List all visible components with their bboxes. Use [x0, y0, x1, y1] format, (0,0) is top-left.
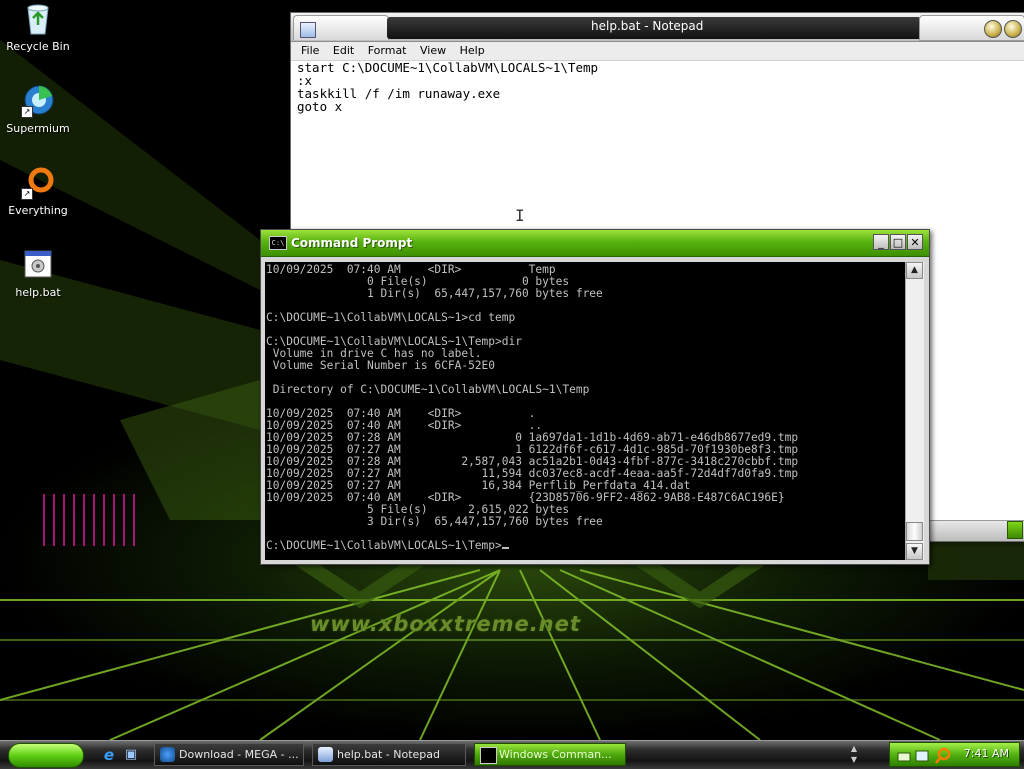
scroll-down-button[interactable]: ▼	[906, 543, 923, 560]
cmd-icon: C:\	[269, 236, 287, 250]
taskbar-scroll-arrows[interactable]: ▲ ▼	[848, 743, 860, 766]
notepad-icon	[300, 22, 316, 38]
cmd-vertical-scrollbar[interactable]: ▲ ▼	[905, 262, 924, 560]
console-cursor	[501, 547, 509, 549]
console-prompt: C:\DOCUME~1\CollabVM\LOCALS~1\Temp>	[266, 540, 905, 552]
menu-view[interactable]: View	[416, 42, 450, 59]
everything-search-icon: ↗	[21, 166, 55, 200]
cmd-minimize-button[interactable]: _	[873, 234, 889, 250]
notepad-titlebar[interactable]: help.bat - Notepad	[291, 13, 1024, 42]
notepad-menubar: File Edit Format View Help	[291, 42, 1024, 61]
menu-format[interactable]: Format	[364, 42, 411, 59]
console-text: 10/09/2025 07:40 AM <DIR> Temp 0 File(s)…	[265, 262, 905, 552]
notepad-icon	[318, 747, 333, 762]
taskbar-button-label: Download - MEGA - ...	[179, 748, 299, 761]
supermium-browser-icon: ↗	[21, 84, 55, 118]
cmd-close-button[interactable]: ✕	[907, 234, 923, 250]
text-cursor-icon: I	[515, 206, 525, 225]
taskbar-button-notepad[interactable]: help.bat - Notepad	[312, 743, 466, 766]
taskbar-button-command-prompt[interactable]: Windows Comman...	[474, 743, 626, 766]
notepad-minimize-button[interactable]	[984, 20, 1002, 38]
browser-icon	[160, 747, 175, 762]
menu-file[interactable]: File	[297, 42, 323, 59]
desktop-icon-recycle-bin[interactable]: Recycle Bin	[0, 2, 76, 53]
system-tray: 7:41 AM	[889, 742, 1020, 767]
cmd-titlebar[interactable]: C:\ Command Prompt _ □ ✕	[261, 230, 929, 257]
taskbar-button-mega[interactable]: Download - MEGA - ...	[154, 743, 304, 766]
start-button[interactable]	[8, 743, 84, 768]
desktop-icon-label: Recycle Bin	[6, 40, 70, 53]
console-prompt-text: C:\DOCUME~1\CollabVM\LOCALS~1\Temp>	[266, 539, 502, 552]
taskbar-button-label: help.bat - Notepad	[337, 748, 441, 761]
console-line: 3 Dir(s) 65,447,157,760 bytes free	[266, 515, 603, 528]
desktop-icon-help-bat[interactable]: help.bat	[0, 248, 76, 299]
notepad-maximize-button[interactable]	[1004, 20, 1022, 38]
batch-file-icon	[21, 248, 55, 282]
text-line: start C:\DOCUME~1\CollabVM\LOCALS~1\Temp	[297, 60, 599, 75]
show-desktop-icon[interactable]: ▣	[122, 746, 140, 764]
notepad-title: help.bat - Notepad	[591, 19, 704, 33]
desktop-icon-everything[interactable]: ↗ Everything	[0, 166, 76, 217]
titlebar-right-cap	[919, 15, 1024, 41]
console-output[interactable]: 10/09/2025 07:40 AM <DIR> Temp 0 File(s)…	[265, 262, 905, 560]
taskbar-button-label: Windows Comman...	[499, 748, 612, 761]
notepad-text-area[interactable]: start C:\DOCUME~1\CollabVM\LOCALS~1\Temp…	[297, 61, 1019, 113]
scroll-thumb[interactable]	[906, 522, 923, 541]
menu-help[interactable]: Help	[456, 42, 489, 59]
console-line: 1 Dir(s) 65,447,157,760 bytes free	[266, 287, 603, 300]
cmd-maximize-button[interactable]: □	[890, 234, 906, 250]
tray-icons	[897, 747, 951, 764]
console-line: C:\DOCUME~1\CollabVM\LOCALS~1>cd temp	[266, 311, 516, 324]
notepad-horizontal-scrollbar[interactable]	[929, 520, 1024, 541]
recycle-bin-icon	[21, 2, 55, 36]
console-line: Directory of C:\DOCUME~1\CollabVM\LOCALS…	[266, 383, 590, 396]
cmd-title: Command Prompt	[291, 236, 413, 250]
command-prompt-window[interactable]: C:\ Command Prompt _ □ ✕ 10/09/2025 07:4…	[260, 229, 930, 565]
taskbar: e ▣ Download - MEGA - ... help.bat - Not…	[0, 740, 1024, 769]
volume-icon	[915, 750, 929, 762]
scroll-up-button[interactable]: ▲	[906, 262, 923, 279]
scroll-button[interactable]	[1007, 521, 1023, 539]
taskbar-clock[interactable]: 7:41 AM	[964, 747, 1009, 760]
internet-explorer-icon[interactable]: e	[100, 746, 118, 764]
desktop-icon-label: help.bat	[15, 286, 61, 299]
desktop-icon-supermium[interactable]: ↗ Supermium	[0, 84, 76, 135]
titlebar-left-cap	[293, 15, 389, 40]
desktop-icon-label: Everything	[8, 204, 68, 217]
everything-tray-icon	[937, 747, 951, 761]
text-line: goto x	[297, 99, 343, 114]
cmd-icon	[480, 747, 497, 764]
wallpaper-watermark: www.xboxxtreme.net	[310, 612, 581, 636]
shortcut-arrow-icon: ↗	[21, 188, 33, 200]
console-line: Volume Serial Number is 6CFA-52E0	[266, 359, 496, 372]
menu-edit[interactable]: Edit	[329, 42, 358, 59]
shortcut-arrow-icon: ↗	[21, 106, 33, 118]
text-line: taskkill /f /im runaway.exe	[297, 86, 501, 101]
network-icon	[897, 752, 911, 762]
desktop-icon-label: Supermium	[6, 122, 70, 135]
